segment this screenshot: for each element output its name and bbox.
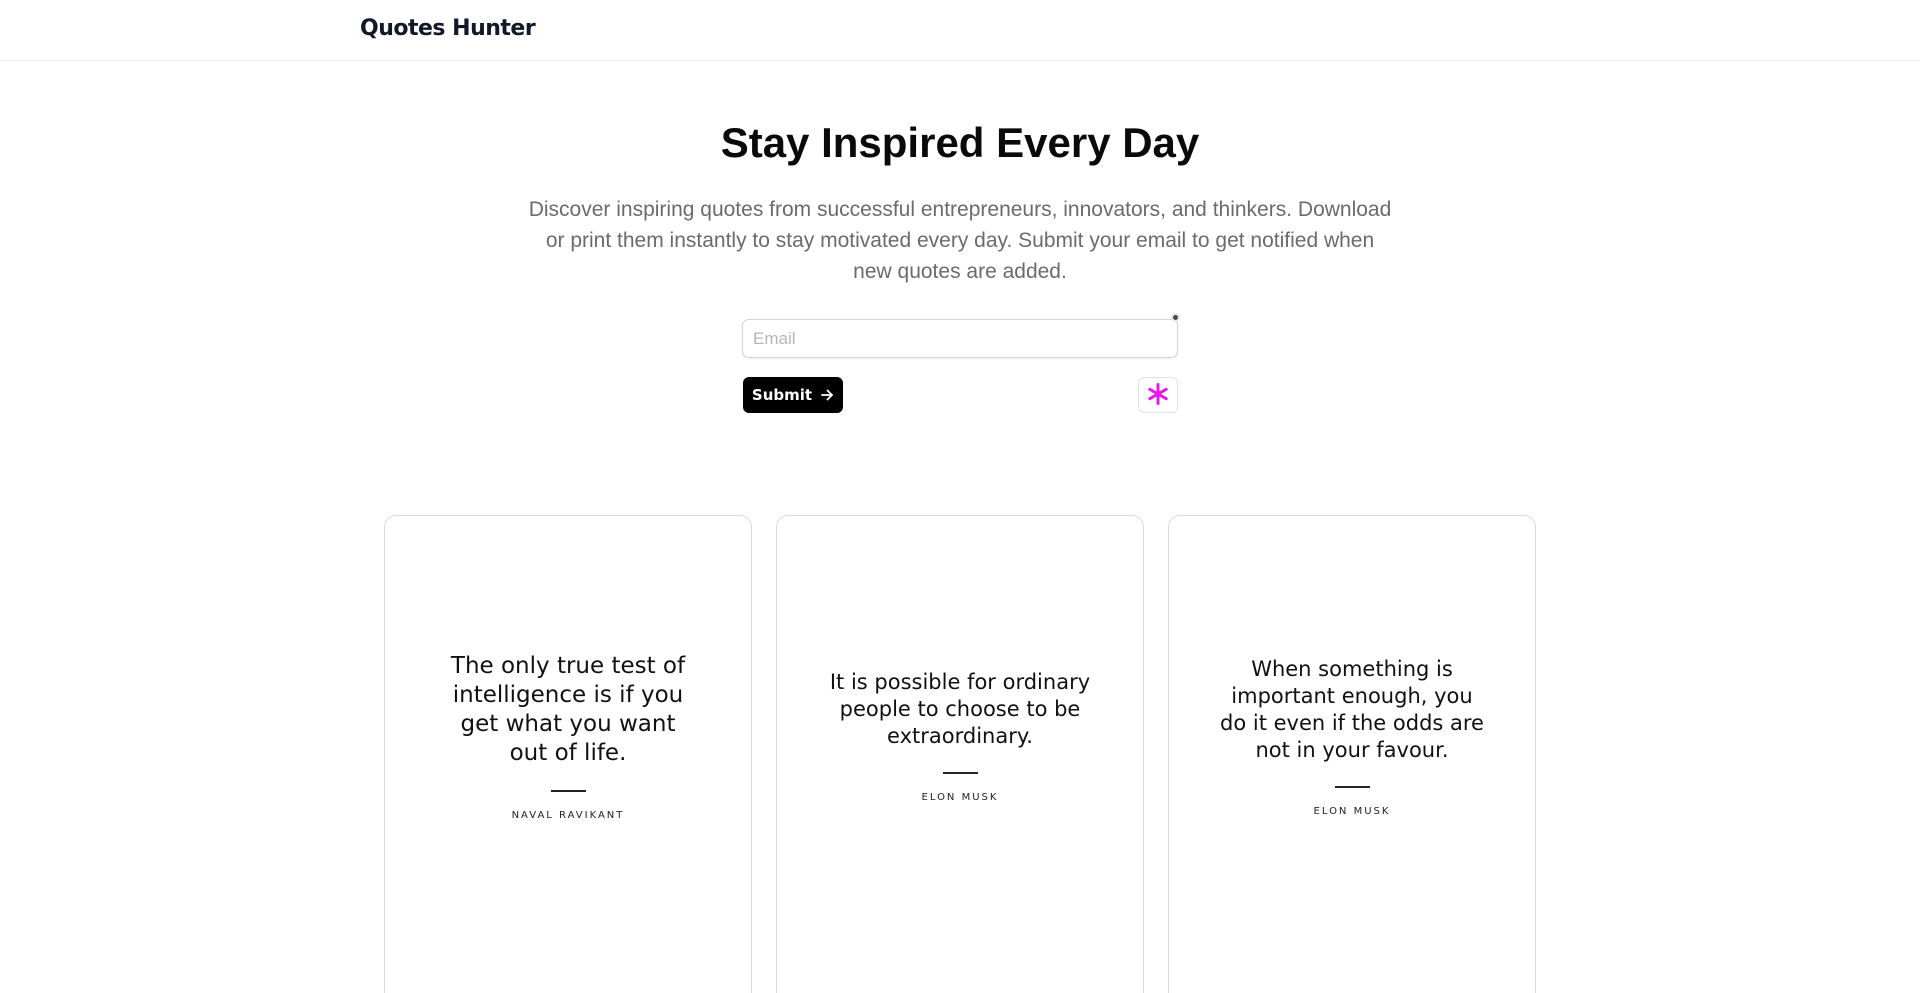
- submit-button[interactable]: Submit: [743, 377, 843, 413]
- quote-card[interactable]: When something is important enough, you …: [1168, 515, 1536, 993]
- quote-text: The only true test of intelligence is if…: [450, 652, 686, 766]
- quote-author: NAVAL RAVIKANT: [511, 809, 625, 821]
- quote-divider: [550, 789, 586, 792]
- quote-card[interactable]: It is possible for ordinary people to ch…: [776, 515, 1144, 993]
- email-field[interactable]: [742, 319, 1178, 358]
- page-title: Stay Inspired Every Day: [720, 119, 1200, 166]
- asterisk-icon: [1146, 382, 1170, 409]
- email-field-wrapper: [742, 313, 1180, 358]
- hero-subtitle: Discover inspiring quotes from successfu…: [528, 198, 1392, 283]
- quote-card-content: The only true test of intelligence is if…: [385, 516, 751, 956]
- submit-button-label: Submit: [751, 386, 813, 404]
- quote-text: When something is important enough, you …: [1220, 656, 1484, 762]
- quote-card[interactable]: The only true test of intelligence is if…: [384, 515, 752, 993]
- quote-divider: [1334, 785, 1370, 788]
- brand-logo-link[interactable]: Quotes Hunter: [360, 16, 536, 41]
- quote-text: It is possible for ordinary people to ch…: [829, 670, 1091, 748]
- quote-card-content: When something is important enough, you …: [1169, 516, 1535, 956]
- quote-divider: [942, 772, 978, 774]
- quote-author: ELON MUSK: [921, 792, 999, 803]
- top-navbar: Quotes Hunter: [0, 0, 1920, 61]
- arrow-right-icon: [820, 388, 834, 402]
- quote-author: ELON MUSK: [1313, 805, 1391, 817]
- input-status-dot: [1171, 313, 1180, 322]
- quote-card-content: It is possible for ordinary people to ch…: [777, 516, 1143, 956]
- asterisk-button[interactable]: [1138, 377, 1178, 413]
